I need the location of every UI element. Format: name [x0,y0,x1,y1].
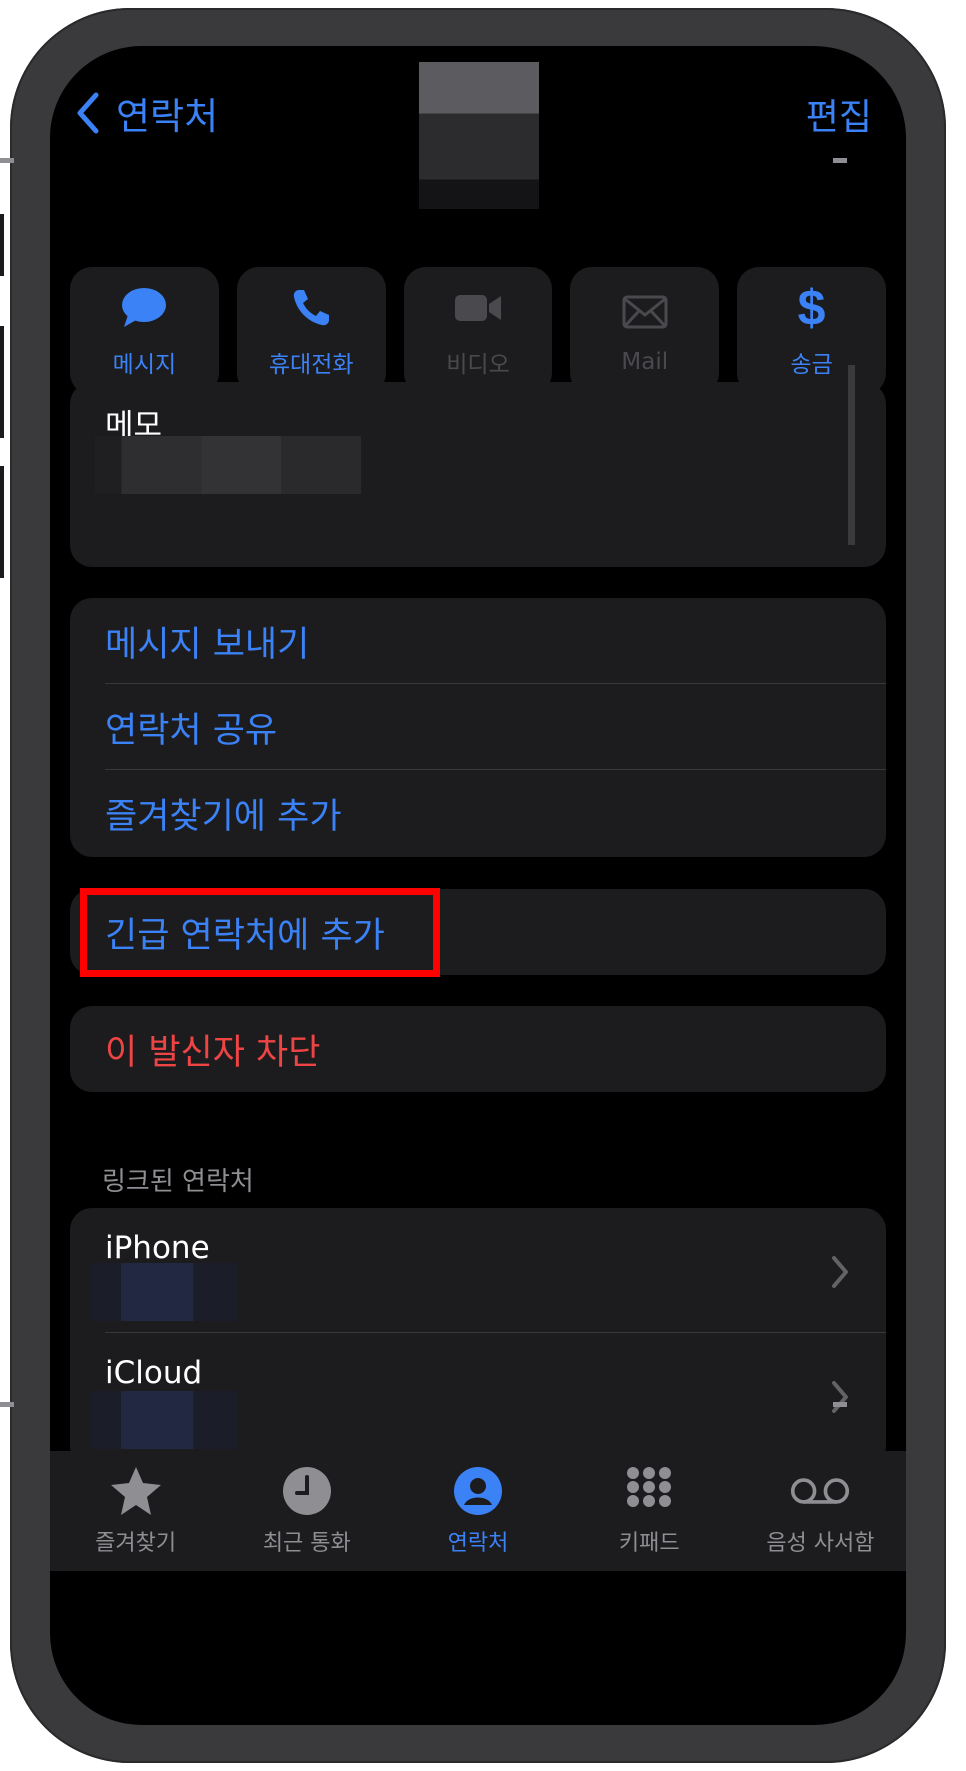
tab-label: 키패드 [618,1531,680,1556]
volume-up-button [0,326,4,438]
tab-keypad[interactable]: 키패드 [564,1451,735,1571]
tab-bar: 즐겨찾기 최근 통화 연락처 키패드 음성 사서함 [50,1451,906,1571]
frame-antenna-line [0,158,14,163]
star-icon [106,1463,166,1519]
message-action-button[interactable]: 메시지 [70,267,219,395]
mail-action-button[interactable]: Mail [570,267,720,395]
linked-contact-redacted [92,1391,237,1449]
video-action-button[interactable]: 비디오 [403,267,553,395]
phone-frame: 연락처 편집 메시지 휴대전화 비디오 Mail $ 송금 메모 메시지 보내기… [10,8,946,1763]
memo-redacted-text [95,436,361,494]
pay-action-button[interactable]: $ 송금 [737,267,886,395]
phone-icon [284,283,338,333]
clock-icon [277,1463,337,1519]
tab-recents[interactable]: 최근 통화 [221,1451,392,1571]
video-action-label: 비디오 [446,352,510,378]
linked-contact-icloud[interactable]: iCloud [70,1333,886,1468]
back-button[interactable]: 연락처 [72,86,218,140]
volume-down-button [0,466,4,578]
tab-favorites[interactable]: 즐겨찾기 [50,1451,221,1571]
send-message-option[interactable]: 메시지 보내기 [70,598,886,684]
linked-contacts-header: 링크된 연락처 [102,1167,254,1197]
chevron-left-icon [77,92,99,134]
tab-label: 최근 통화 [262,1531,351,1556]
mail-action-label: Mail [621,349,669,375]
tab-contacts[interactable]: 연락처 [392,1451,563,1571]
highlight-box [80,888,440,977]
linked-contact-iphone[interactable]: iPhone [70,1208,886,1333]
linked-contact-title: iCloud [105,1355,203,1391]
add-to-favorites-option[interactable]: 즐겨찾기에 추가 [70,770,886,857]
block-card: 이 발신자 차단 [70,1006,886,1092]
mail-icon [618,287,672,337]
dollar-icon: $ [797,280,826,336]
edit-button[interactable]: 편집 [806,88,872,140]
linked-contact-title: iPhone [105,1230,210,1266]
options-card: 메시지 보내기 연락처 공유 즐겨찾기에 추가 [70,598,886,857]
frame-antenna-line [0,1402,14,1407]
person-circle-icon [448,1463,508,1519]
pay-action-label: 송금 [790,352,833,378]
phone-action-label: 휴대전화 [268,352,354,378]
memo-card[interactable]: 메모 [70,382,886,567]
chevron-right-icon [832,1381,848,1413]
frame-antenna-line [833,1402,847,1407]
video-icon [451,283,505,333]
linked-contact-redacted [92,1263,237,1321]
tab-voicemail[interactable]: 음성 사서함 [735,1451,906,1571]
tab-label: 음성 사서함 [766,1531,875,1556]
share-contact-option[interactable]: 연락처 공유 [70,684,886,770]
linked-contacts-card: iPhone iCloud [70,1208,886,1468]
action-button [0,214,4,276]
screen: 연락처 편집 메시지 휴대전화 비디오 Mail $ 송금 메모 메시지 보내기… [50,46,906,1725]
tab-label: 즐겨찾기 [95,1531,177,1556]
block-caller-option[interactable]: 이 발신자 차단 [70,1006,886,1092]
phone-action-button[interactable]: 휴대전화 [236,267,386,395]
frame-antenna-line [833,158,847,163]
power-button [848,365,855,545]
message-bubble-icon [117,283,171,333]
keypad-icon [619,1463,679,1519]
chevron-right-icon [832,1256,848,1288]
action-buttons: 메시지 휴대전화 비디오 Mail $ 송금 [70,267,886,395]
message-action-label: 메시지 [112,352,177,378]
contact-photo[interactable] [419,62,539,209]
voicemail-icon [790,1463,850,1519]
tab-label: 연락처 [447,1531,509,1556]
back-label: 연락처 [116,95,219,138]
